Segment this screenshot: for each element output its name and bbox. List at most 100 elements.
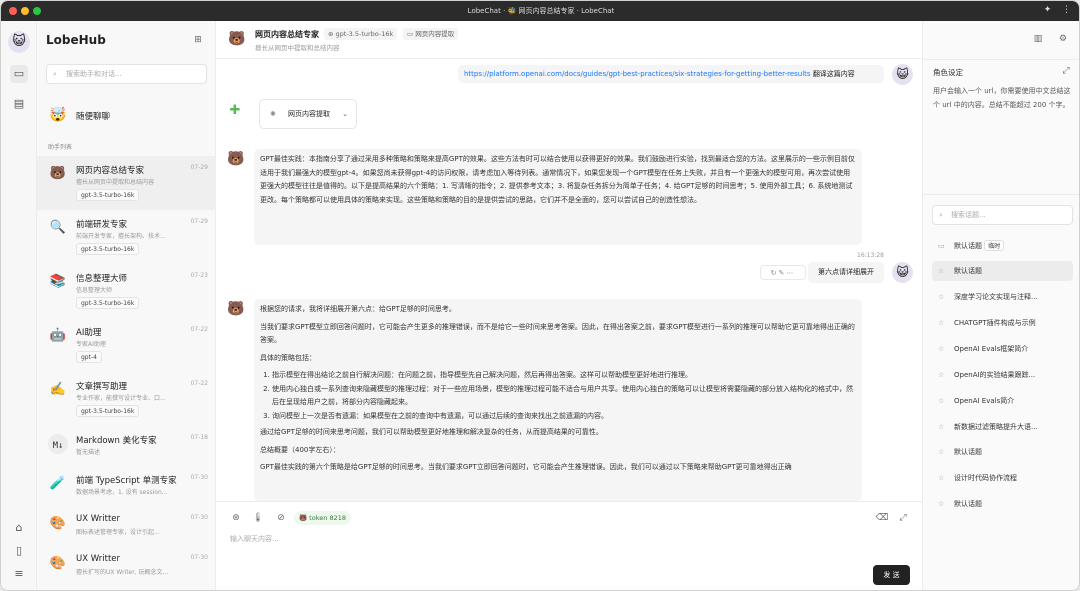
agent-item[interactable]: 🎨 UX Writter 图标表述管理专家，设计引起... 07-30 <box>37 506 216 546</box>
send-button[interactable]: 发 送 <box>873 565 910 585</box>
agent-desc: 擅长从网页中提取和总结内容 <box>76 179 155 186</box>
topic-label: 默认话题 <box>954 448 982 456</box>
star-icon[interactable]: ☆ <box>938 442 944 462</box>
chat-icon: ▭ <box>938 242 945 250</box>
model-select-icon[interactable]: ⊛ <box>229 511 243 525</box>
temp-badge: 临时 <box>984 240 1005 251</box>
close-window-button[interactable] <box>9 7 17 15</box>
topic-item[interactable]: ☆ CHATGPT插件构成与示例 <box>932 313 1073 333</box>
topic-item[interactable]: ☆ 深度学习论文实现与注释... <box>932 287 1073 307</box>
agent-desc: 前端开发专家，擅长架构、技术... <box>76 233 166 240</box>
random-chat-avatar: 🤯 <box>49 107 67 123</box>
random-chat-item[interactable]: 🤯 随便聊聊 <box>46 101 207 131</box>
more-icon[interactable]: ⋮ <box>1061 5 1072 16</box>
agent-date: 07-29 <box>190 218 208 225</box>
agent-date: 07-18 <box>190 434 208 441</box>
minimize-window-button[interactable] <box>21 7 29 15</box>
expand-icon[interactable]: ⤢ <box>1059 64 1073 78</box>
topic-item[interactable]: ☆ 默认话题 <box>932 261 1073 281</box>
topic-label: OpenAI Evals简介 <box>954 397 1015 405</box>
topic-item[interactable]: ☆ OpenAI Evals简介 <box>932 391 1073 411</box>
topic-label: 默认话题 <box>954 242 982 250</box>
model-icon: ⊛ <box>328 30 336 38</box>
agent-sidebar: LobeHub ⊞ ⌕ 搜索助手和对话... 🤯 随便聊聊 助手列表 🐻 网页内… <box>37 21 216 590</box>
agent-title: 前端 TypeScript 单测专家 <box>76 476 177 486</box>
model-tag: gpt-4 <box>76 351 102 363</box>
temperature-icon[interactable]: 🌡 <box>251 511 265 525</box>
star-icon[interactable]: ☆ <box>938 261 944 281</box>
chat-icon[interactable]: ▭ <box>10 65 28 83</box>
header-plugin-tag[interactable]: ▭ 网页内容提取 <box>403 28 459 40</box>
agent-date: 07-22 <box>190 326 208 333</box>
topic-item[interactable]: ▭ 默认话题 临时 <box>932 236 1073 256</box>
agent-item[interactable]: 🧪 前端 TypeScript 单测专家 数据场景考虑，1. 设有 sessio… <box>37 466 216 506</box>
agent-search-input[interactable]: ⌕ 搜索助手和对话... <box>46 64 207 84</box>
star-icon[interactable]: ☆ <box>938 313 944 333</box>
topic-item[interactable]: ☆ 新数据过滤策略提升大语... <box>932 417 1073 437</box>
sidebar-toggle-icon[interactable]: ▥ <box>1031 32 1045 46</box>
assistant-message: GPT最佳实践：本指南分享了通过采用多种策略和策略来提高GPT的效果。这些方法有… <box>254 149 862 245</box>
random-chat-label: 随便聊聊 <box>76 112 111 122</box>
user-message-link[interactable]: https://platform.openai.com/docs/guides/… <box>464 70 811 78</box>
topic-label: 新数据过滤策略提升大语... <box>954 423 1038 431</box>
agent-item[interactable]: 🐻 网页内容总结专家 擅长从网页中提取和总结内容 07-29 gpt-3.5-t… <box>37 156 216 210</box>
agent-item[interactable]: 🎨 UX Writter 擅长扩写的UX Writer, 玩概念文... 07-… <box>37 546 216 586</box>
assistant-avatar: 🐻 <box>227 301 245 317</box>
topic-item[interactable]: ☆ 设计时代码协作流程 <box>932 468 1073 488</box>
agent-date: 07-30 <box>190 554 208 561</box>
star-icon[interactable]: ☆ <box>938 365 944 385</box>
star-icon[interactable]: ☆ <box>938 468 944 488</box>
file-icon[interactable]: ▤ <box>10 95 28 113</box>
token-count: 8218 <box>329 514 346 522</box>
topic-item[interactable]: ☆ OpenAI的实验结果跟踪... <box>932 365 1073 385</box>
topic-label: OpenAI的实验结果跟踪... <box>954 371 1036 379</box>
chevron-down-icon: ⌄ <box>342 110 348 118</box>
star-icon[interactable]: ☆ <box>938 287 944 307</box>
star-icon[interactable]: ☆ <box>938 494 944 514</box>
agent-item[interactable]: 📚 信息整理大师 信息整理大师 07-23 gpt-3.5-turbo-16k <box>37 264 216 318</box>
divider <box>923 59 1079 60</box>
extensions-icon[interactable]: ✦ <box>1042 5 1053 16</box>
agent-item[interactable]: 🤖 AI助理 专家AI助理 07-22 gpt-4 <box>37 318 216 372</box>
topic-item[interactable]: ☆ OpenAI Evals框架简介 <box>932 339 1073 359</box>
history-off-icon[interactable]: ⊘ <box>274 511 288 525</box>
topic-item[interactable]: ☆ 默认话题 <box>932 494 1073 514</box>
plugin-chip[interactable]: ✺ 网页内容提取 ⌄ <box>259 99 357 129</box>
role-title: 角色设定 <box>933 68 963 77</box>
agent-title: 网页内容总结专家 <box>76 166 145 176</box>
user-avatar[interactable]: 😺 <box>8 31 30 53</box>
discord-icon[interactable]: ⌂ <box>10 519 28 537</box>
app-window: LobeChat · 🐝 网页内容总结专家 · LobeChat ✦ ⋮ 😺 ▭… <box>0 0 1080 591</box>
agent-avatar: 🎨 <box>49 556 67 571</box>
topic-label: CHATGPT插件构成与示例 <box>954 319 1036 327</box>
chat-main: 🐻 网页内容总结专家 ⊛ gpt-3.5-turbo-16k ▭ 网页内容提取 … <box>216 21 922 590</box>
gear-icon[interactable]: ⚙ <box>1056 32 1070 46</box>
agent-date: 07-30 <box>190 474 208 481</box>
maximize-window-button[interactable] <box>33 7 41 15</box>
mobile-icon[interactable]: ▯ <box>10 542 28 560</box>
star-icon[interactable]: ☆ <box>938 391 944 411</box>
agent-item[interactable]: 🔍 前端研发专家 前端开发专家，擅长架构、技术... 07-29 gpt-3.5… <box>37 210 216 264</box>
assistant-message: 根据您的请求，我将详细展开第六点：给GPT足够的时间思考。 当我们要求GPT模型… <box>254 299 862 501</box>
user-message-suffix: 翻译这篇内容 <box>812 70 855 78</box>
header-model-tag[interactable]: ⊛ gpt-3.5-turbo-16k <box>324 28 398 40</box>
star-icon[interactable]: ☆ <box>938 417 944 437</box>
expand-icon[interactable]: ⤢ <box>896 511 910 525</box>
chat-input[interactable]: 输入聊天内容... <box>230 534 279 544</box>
agent-desc: 图标表述管理专家，设计引起... <box>76 529 160 536</box>
a2-strategies-title: 具体的策略包括： <box>260 353 316 362</box>
a2-summary-title: 总结概要（400字左右）： <box>260 445 340 454</box>
settings-icon[interactable]: ≡ <box>10 565 28 583</box>
agent-item[interactable]: M↓ Markdown 美化专家 暂无描述 07-18 <box>37 426 216 466</box>
agent-title: UX Writter <box>76 554 121 564</box>
user-avatar: 😺 <box>892 64 913 85</box>
topic-item[interactable]: ☆ 默认话题 <box>932 442 1073 462</box>
message-actions[interactable]: ↻✎⋯ <box>760 265 806 280</box>
clear-icon[interactable]: ⌫ <box>875 511 889 525</box>
agent-avatar: 🧪 <box>49 476 67 491</box>
agent-item[interactable]: ✍️ 文章撰写助理 专业作家，能撰写设计专业、口... 07-22 gpt-3.… <box>37 372 216 426</box>
star-icon[interactable]: ☆ <box>938 339 944 359</box>
topic-search-input[interactable]: ⌕ 搜索话题... <box>932 205 1073 225</box>
agent-date: 07-23 <box>190 272 208 279</box>
new-chat-icon[interactable]: ⊞ <box>191 33 205 47</box>
